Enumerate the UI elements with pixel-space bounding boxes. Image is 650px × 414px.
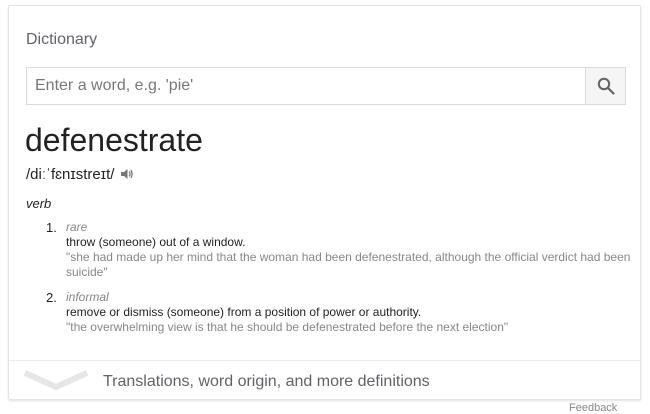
sense-number: 2. <box>46 290 57 305</box>
part-of-speech: verb <box>26 196 52 211</box>
pronunciation: /diːˈfɛnɪstreɪt/ <box>26 165 115 183</box>
search-box <box>26 67 626 105</box>
search-icon <box>597 77 615 95</box>
more-definitions-link[interactable]: Translations, word origin, and more defi… <box>9 361 640 399</box>
sense-definition: throw (someone) out of a window. <box>66 235 246 249</box>
feedback-link[interactable]: Feedback <box>569 402 617 414</box>
dictionary-card: Dictionary defenestrate /diːˈfɛnɪstreɪt/… <box>8 5 641 400</box>
sense-register: informal <box>66 290 109 304</box>
search-input[interactable] <box>27 68 585 104</box>
card-title: Dictionary <box>26 31 98 48</box>
chevron-down-icon <box>23 370 89 391</box>
search-button[interactable] <box>585 68 625 104</box>
sense-example: "she had made up her mind that the woman… <box>66 250 631 279</box>
sense-body: informal remove or dismiss (someone) fro… <box>66 290 632 335</box>
speaker-icon <box>121 169 134 179</box>
sense-example: "the overwhelming view is that he should… <box>66 320 509 334</box>
more-definitions-label: Translations, word origin, and more defi… <box>103 373 430 390</box>
pronunciation-row: /diːˈfɛnɪstreɪt/ <box>26 164 134 184</box>
sense-definition: remove or dismiss (someone) from a posit… <box>66 305 422 319</box>
sense-body: rare throw (someone) out of a window. "s… <box>66 220 632 280</box>
sense-register: rare <box>66 220 88 234</box>
headword: defenestrate <box>25 122 203 158</box>
play-pronunciation-button[interactable] <box>120 167 134 181</box>
sense-number: 1. <box>46 220 57 235</box>
